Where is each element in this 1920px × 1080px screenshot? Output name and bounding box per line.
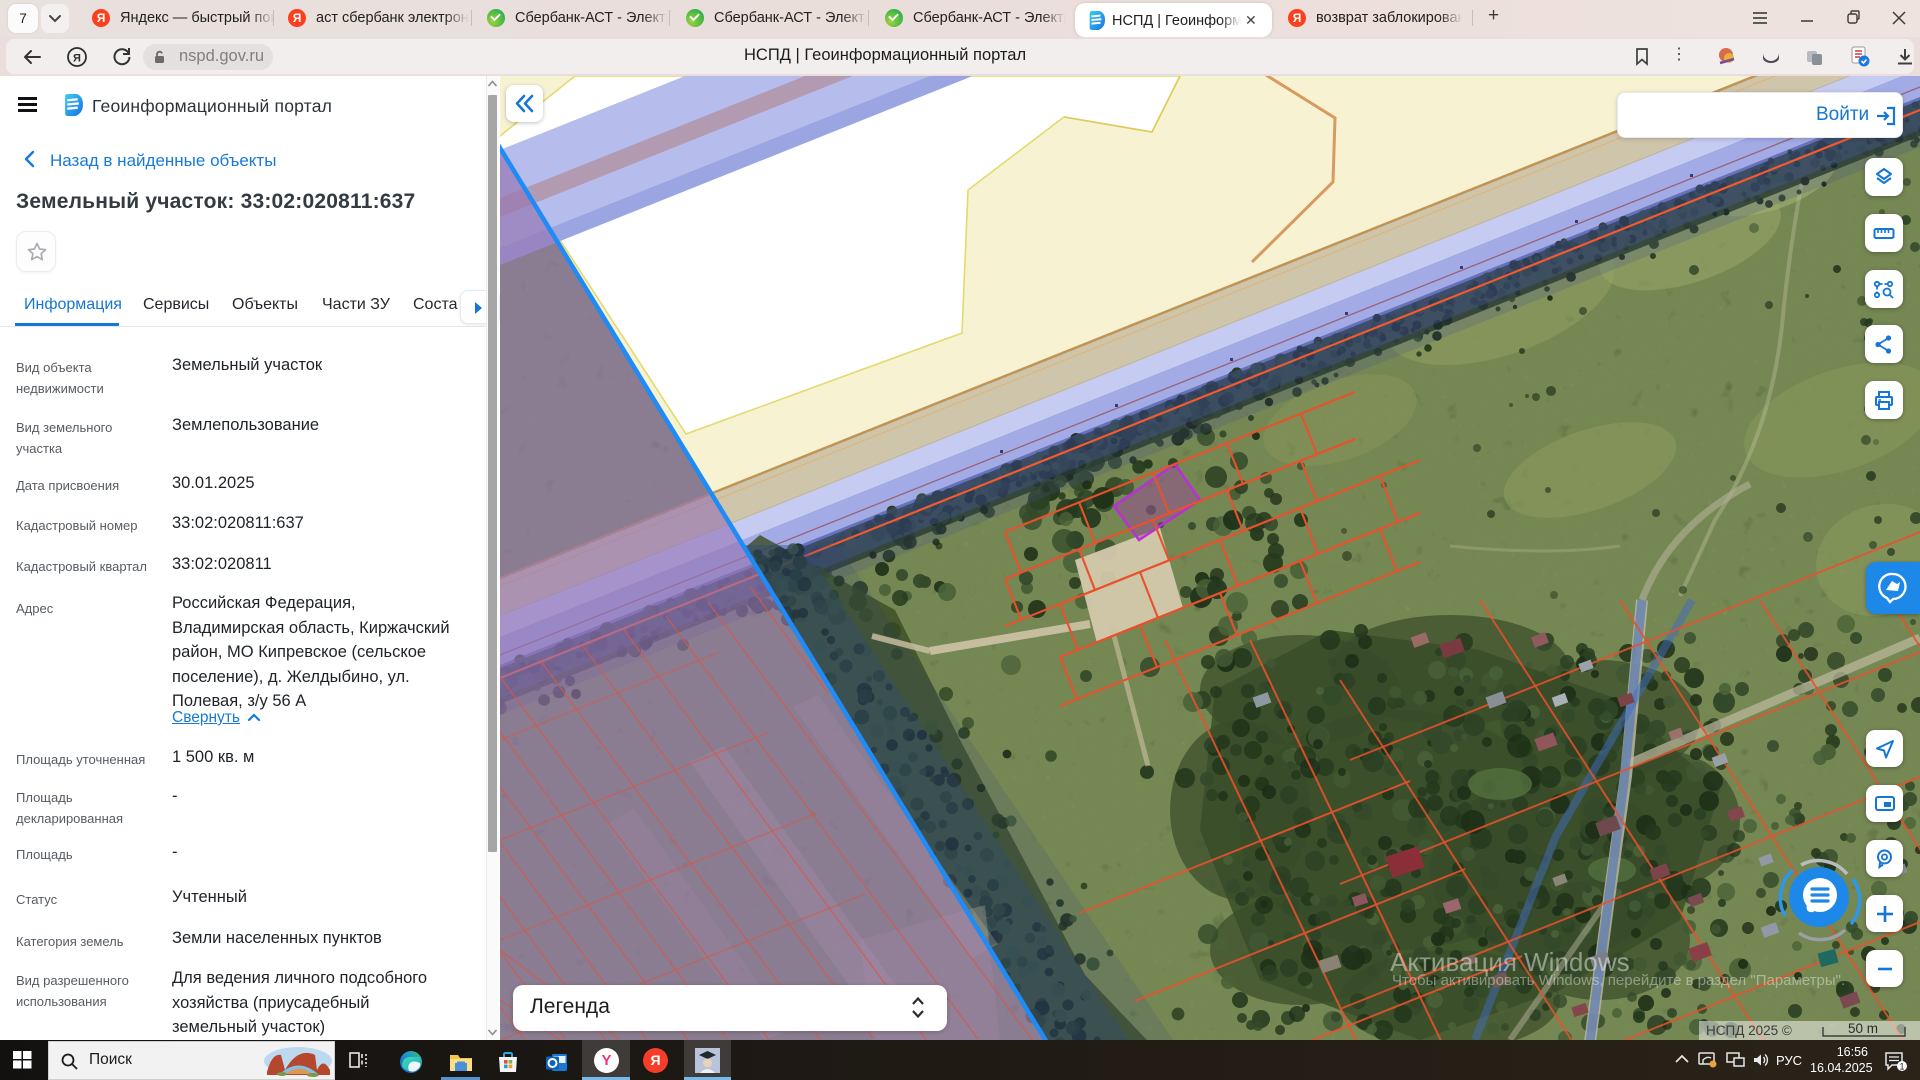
svg-text:Я: Я bbox=[73, 53, 81, 65]
svg-text:1: 1 bbox=[1899, 1062, 1904, 1072]
